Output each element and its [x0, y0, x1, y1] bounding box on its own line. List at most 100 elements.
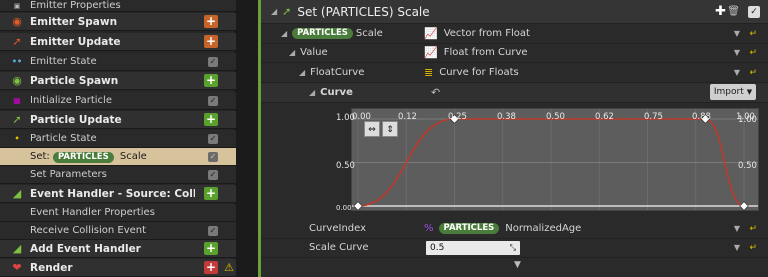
dropdown-arrow-icon: ▼ — [746, 88, 753, 96]
dropdown-arrow-icon[interactable]: ▼ — [734, 48, 740, 57]
row-label: Scale — [355, 28, 383, 39]
dropdown-arrow-icon[interactable]: ▼ — [734, 68, 740, 77]
x-tick-6: 0.75 — [644, 112, 663, 122]
reset-arrow-icon[interactable]: ↵ — [749, 224, 757, 234]
scroll-down-arrow-icon[interactable]: ▼ — [514, 260, 521, 270]
cpu-icon: ▣ — [13, 1, 21, 10]
row-label: Scale Curve — [309, 242, 369, 253]
enabled-checkbox[interactable]: ✓ — [748, 5, 760, 18]
reset-arrow-icon[interactable]: ↵ — [749, 29, 757, 39]
curve-svg[interactable] — [352, 109, 758, 210]
reset-arrow-icon[interactable]: ↵ — [749, 48, 757, 58]
stack-item-receive-collision-event[interactable]: Receive Collision Event ✓ — [0, 222, 236, 240]
grid-icon: ▦ — [13, 96, 21, 105]
enabled-checkbox[interactable]: ✓ — [208, 152, 218, 162]
system-stack-panel: ▣ Emitter Properties ◉ Emitter Spawn + ➚… — [0, 0, 236, 277]
set-suffix: Scale — [119, 150, 147, 162]
x-tick-3: 0.38 — [497, 112, 516, 122]
module-header[interactable]: ◢ ➚ Set (PARTICLES) Scale ✚ 🗑 ✓ — [261, 0, 768, 24]
drag-resize-icon: ⤡ — [509, 243, 516, 252]
collapse-caret-icon[interactable]: ◢ — [309, 88, 315, 97]
import-button[interactable]: Import ▼ — [710, 84, 756, 100]
particles-pill: PARTICLES — [292, 28, 353, 39]
row-label: Curve — [320, 87, 353, 98]
right-y-tick-0: 1.00 — [738, 115, 757, 125]
graph-icon: 📈 — [424, 27, 438, 40]
stack-item-emitter-state[interactable]: •• Emitter State ✓ — [0, 53, 236, 71]
stack-item-add-event-handler[interactable]: ◢ Add Event Handler + — [0, 240, 236, 258]
reset-arrow-icon[interactable]: ↵ — [749, 243, 757, 253]
row-curveindex: CurveIndex % PARTICLES NormalizedAge ▼ ↵ — [261, 219, 768, 239]
stack-item-event-handler[interactable]: ◢ Event Handler - Source: CollisionEv + — [0, 185, 236, 203]
dropdown-arrow-icon[interactable]: ▼ — [734, 224, 740, 233]
x-tick-4: 0.50 — [546, 112, 565, 122]
link-icon: % — [424, 223, 434, 234]
collapse-caret-icon[interactable]: ◢ — [289, 48, 295, 57]
x-tick-7: 0.88 — [692, 112, 711, 122]
stack-item-render[interactable]: ❤ Render + ⚠ — [0, 259, 236, 277]
stack-item-initialize-particle[interactable]: ▦ Initialize Particle ✓ — [0, 92, 236, 110]
enabled-checkbox[interactable]: ✓ — [208, 134, 218, 144]
stack-item-event-handler-properties[interactable]: Event Handler Properties — [0, 204, 236, 222]
dynamic-input-selector[interactable]: ≣ Curve for Floats — [424, 66, 519, 79]
update-arrow-icon: ➚ — [12, 35, 22, 48]
add-module-button[interactable]: + — [204, 187, 218, 200]
reset-curve-icon[interactable]: ↶ — [431, 86, 440, 99]
stack-item-set-parameters[interactable]: Set Parameters ✓ — [0, 166, 236, 184]
spawn-icon: ◉ — [12, 15, 22, 28]
add-icon[interactable]: ✚ — [715, 4, 726, 19]
stack-item-emitter-spawn[interactable]: ◉ Emitter Spawn + — [0, 13, 236, 31]
spawn-icon: ◉ — [12, 74, 22, 87]
add-module-button[interactable]: + — [204, 35, 218, 48]
trash-icon[interactable]: 🗑 — [727, 6, 740, 17]
add-renderer-button[interactable]: + — [204, 261, 218, 274]
row-label: CurveIndex — [309, 223, 367, 234]
row-floatcurve: ◢ FloatCurve ≣ Curve for Floats ▼ ↵ — [261, 63, 768, 83]
database-icon: ≣ — [424, 66, 434, 79]
stack-item-particle-spawn[interactable]: ◉ Particle Spawn + — [0, 72, 236, 90]
row-label: Value — [300, 47, 328, 58]
signal-icon: ◢ — [12, 187, 22, 200]
linked-input[interactable]: % PARTICLES NormalizedAge — [424, 223, 581, 234]
set-prefix: Set: — [30, 150, 50, 162]
stack-item-emitter-update[interactable]: ➚ Emitter Update + — [0, 33, 236, 51]
stack-item-set-particles-scale[interactable]: Set: PARTICLES Scale ✓ — [0, 148, 236, 166]
signal-icon: ◢ — [12, 242, 22, 255]
dropdown-arrow-icon[interactable]: ▼ — [734, 243, 740, 252]
particles-pill: PARTICLES — [52, 151, 114, 163]
fit-horizontal-button[interactable]: ⇔ — [364, 121, 380, 137]
row-label: FloatCurve — [310, 67, 365, 78]
fit-vertical-button[interactable]: ⇕ — [382, 121, 398, 137]
scale-curve-input[interactable]: 0.5 ⤡ — [426, 241, 520, 255]
stack-item-particle-state[interactable]: • Particle State ✓ — [0, 130, 236, 148]
enabled-checkbox[interactable]: ✓ — [208, 57, 218, 67]
curve-keyframe[interactable] — [739, 201, 749, 210]
stack-item-particle-update[interactable]: ➚ Particle Update + — [0, 111, 236, 129]
collapse-caret-icon[interactable]: ◢ — [281, 29, 287, 38]
panel-splitter[interactable] — [236, 0, 258, 277]
add-module-button[interactable]: + — [204, 15, 218, 28]
collapse-caret-icon[interactable]: ◢ — [299, 68, 305, 77]
row-value: ◢ Value 📈 Float from Curve ▼ ↵ — [261, 43, 768, 63]
heart-icon: ❤ — [12, 261, 22, 274]
add-module-button[interactable]: + — [204, 74, 218, 87]
enabled-checkbox[interactable]: ✓ — [208, 96, 218, 106]
curve-editor-graph[interactable]: 0.00 0.12 0.25 0.38 0.50 0.62 0.75 0.88 … — [336, 108, 759, 212]
stack-item-emitter-properties[interactable]: ▣ Emitter Properties — [0, 0, 236, 12]
reset-arrow-icon[interactable]: ↵ — [749, 68, 757, 78]
module-update-icon: ➚ — [282, 5, 292, 18]
dynamic-input-selector[interactable]: 📈 Vector from Float — [424, 27, 530, 40]
add-module-button[interactable]: + — [204, 113, 218, 126]
dynamic-input-selector[interactable]: 📈 Float from Curve — [424, 46, 528, 59]
warning-icon: ⚠ — [224, 261, 234, 274]
right-y-tick-1: 0.50 — [738, 161, 757, 171]
collapse-caret-icon[interactable]: ◢ — [271, 7, 277, 16]
particles-pill: PARTICLES — [438, 223, 500, 234]
add-module-button[interactable]: + — [204, 242, 218, 255]
curve-keyframe[interactable] — [353, 201, 363, 210]
dropdown-arrow-icon[interactable]: ▼ — [734, 29, 740, 38]
x-tick-5: 0.62 — [595, 112, 614, 122]
enabled-checkbox[interactable]: ✓ — [208, 170, 218, 180]
enabled-checkbox[interactable]: ✓ — [208, 226, 218, 236]
graph-icon: 📈 — [424, 46, 438, 59]
